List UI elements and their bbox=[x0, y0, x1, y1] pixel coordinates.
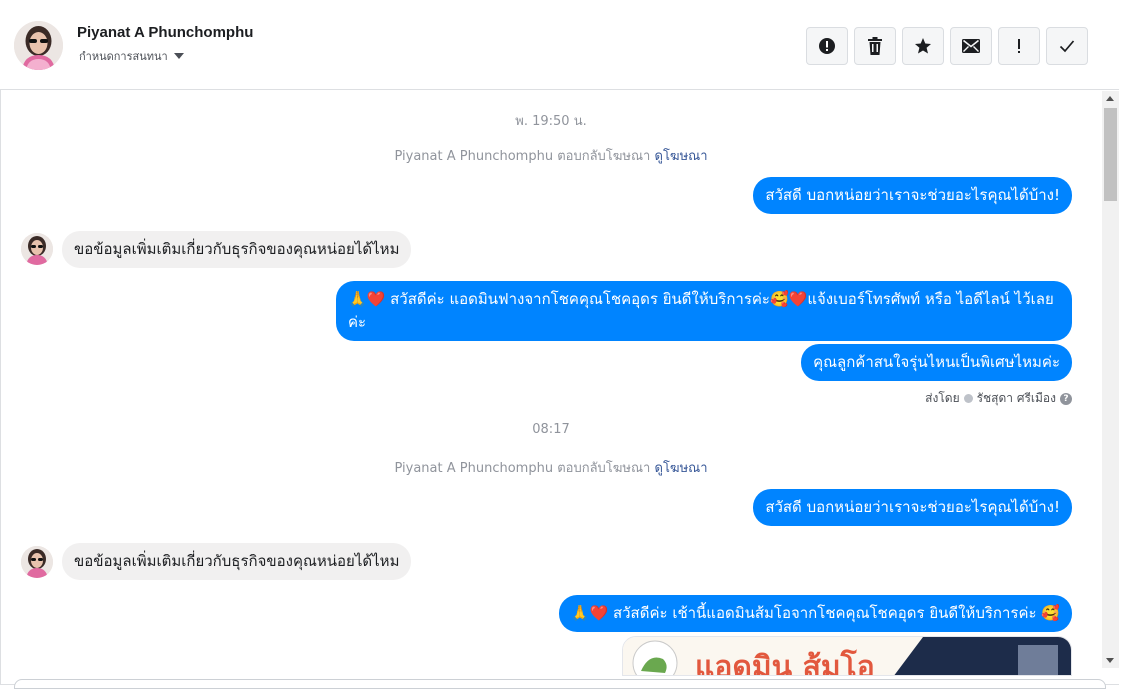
outgoing-message[interactable]: สวัสดี บอกหน่อยว่าเราจะช่วยอะไรคุณได้บ้า… bbox=[753, 177, 1072, 214]
message-line: ค่ะ bbox=[348, 313, 367, 331]
message-line: 🙏❤️ สวัสดีค่ะ แอดมินฟางจากโชคคุณโชคอุดร … bbox=[348, 290, 1054, 308]
incoming-message[interactable]: ขอข้อมูลเพิ่มเติมเกี่ยวกับธุรกิจของคุณหน… bbox=[62, 231, 412, 268]
contact-avatar-small[interactable] bbox=[21, 546, 53, 578]
envelope-icon bbox=[962, 39, 980, 53]
image-caption: แอดมิน ส้มโอ bbox=[695, 648, 875, 676]
image-attachment[interactable]: แอดมิน ส้มโอ bbox=[622, 636, 1072, 676]
page-edge bbox=[1119, 0, 1130, 685]
scroll-down-arrow-icon[interactable] bbox=[1106, 658, 1114, 663]
outgoing-message[interactable]: คุณลูกค้าสนใจรุ่นไหนเป็นพิเศษไหมค่ะ bbox=[801, 344, 1072, 381]
contact-avatar-small[interactable] bbox=[21, 233, 53, 265]
sent-by-label: ส่งโดย bbox=[925, 391, 960, 405]
scroll-up-arrow-icon[interactable] bbox=[1106, 96, 1114, 101]
ad-reply-note: Piyanat A Phunchomphu ตอบกลับโฆษณา ดูโฆษ… bbox=[0, 145, 1102, 166]
outgoing-message[interactable]: 🙏❤️ สวัสดีค่ะ แอดมินฟางจากโชคคุณโชคอุดร … bbox=[336, 281, 1072, 341]
timestamp: 08:17 bbox=[532, 422, 570, 437]
assign-conversation-dropdown[interactable]: กำหนดการสนทนา bbox=[79, 47, 184, 65]
report-spam-button[interactable] bbox=[806, 27, 848, 65]
contact-avatar[interactable] bbox=[14, 21, 63, 70]
sent-by-name[interactable]: รัชสุดา ศรีเมือง bbox=[977, 389, 1056, 408]
view-ad-link[interactable]: ดูโฆษณา bbox=[655, 461, 708, 476]
mark-priority-button[interactable] bbox=[998, 27, 1040, 65]
user-dot-icon bbox=[963, 394, 973, 403]
mark-done-button[interactable] bbox=[1046, 27, 1088, 65]
ad-reply-text: Piyanat A Phunchomphu ตอบกลับโฆษณา bbox=[394, 149, 651, 164]
ad-reply-text: Piyanat A Phunchomphu ตอบกลับโฆษณา bbox=[394, 461, 651, 476]
timestamp: พ. 19:50 น. bbox=[515, 114, 587, 129]
mark-unread-button[interactable] bbox=[950, 27, 992, 65]
checkmark-icon bbox=[1059, 40, 1075, 53]
sent-by-info: ส่งโดย รัชสุดา ศรีเมือง ? bbox=[925, 389, 1072, 408]
outgoing-message[interactable]: 🙏❤️ สวัสดีค่ะ เช้านี้แอดมินส้มโอจากโชคคุ… bbox=[558, 595, 1072, 632]
star-button[interactable] bbox=[902, 27, 944, 65]
thread-scrollbar[interactable] bbox=[1102, 91, 1119, 668]
contact-name[interactable]: Piyanat A Phunchomphu bbox=[77, 24, 253, 41]
alert-circle-icon bbox=[819, 38, 835, 54]
message-composer[interactable] bbox=[14, 679, 1106, 689]
incoming-message[interactable]: ขอข้อมูลเพิ่มเติมเกี่ยวกับธุรกิจของคุณหน… bbox=[62, 543, 412, 580]
trash-icon bbox=[868, 37, 882, 55]
conversation-header: Piyanat A Phunchomphu กำหนดการสนทนา bbox=[0, 0, 1119, 90]
exclamation-icon bbox=[1018, 39, 1020, 53]
outgoing-message[interactable]: สวัสดี บอกหน่อยว่าเราจะช่วยอะไรคุณได้บ้า… bbox=[753, 489, 1072, 526]
ad-reply-note: Piyanat A Phunchomphu ตอบกลับโฆษณา ดูโฆษ… bbox=[0, 457, 1102, 478]
conversation-toolbar bbox=[806, 27, 1088, 65]
caret-down-icon bbox=[173, 53, 184, 59]
help-icon[interactable]: ? bbox=[1060, 392, 1072, 405]
star-icon bbox=[915, 38, 931, 54]
message-thread[interactable]: พ. 19:50 น. Piyanat A Phunchomphu ตอบกลั… bbox=[0, 91, 1102, 681]
view-ad-link[interactable]: ดูโฆษณา bbox=[655, 149, 708, 164]
scroll-thumb[interactable] bbox=[1104, 108, 1117, 201]
delete-button[interactable] bbox=[854, 27, 896, 65]
assign-label: กำหนดการสนทนา bbox=[79, 50, 168, 63]
